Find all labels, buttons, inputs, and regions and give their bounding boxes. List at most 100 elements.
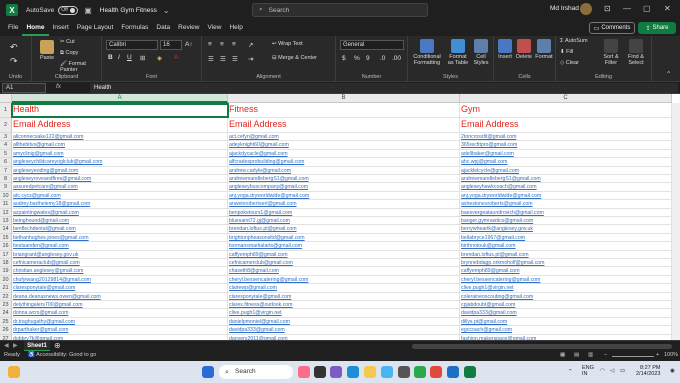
email-cell[interactable]: chaseth8@gmail.com [228, 267, 460, 276]
email-cell[interactable]: delythingalers700@gmail.com [12, 301, 228, 310]
delete-cells-button[interactable]: Delete [515, 39, 533, 60]
email-cell[interactable]: cheryl.bessencatering@gmail.com [228, 275, 460, 285]
header-cell[interactable]: Email Address [228, 118, 460, 133]
row-header[interactable]: 20 [0, 275, 12, 285]
email-cell[interactable]: chufyiwang20129814@gmail.com [12, 275, 228, 285]
email-cell[interactable]: davidpa333@gmail.com [228, 326, 460, 335]
email-cell[interactable]: clive.pugh1@virgin.net [460, 284, 672, 293]
email-cell[interactable]: donna.wcrs@gmail.com [12, 309, 228, 318]
email-cell[interactable]: ajacklelcycle@gmail.com [460, 166, 672, 175]
email-cell[interactable]: benflechdental@gmail.com [12, 225, 228, 234]
email-cell[interactable]: angleseybuscompany@gmail.com [228, 183, 460, 192]
underline-icon[interactable]: U [127, 54, 132, 61]
email-cell[interactable]: anj.yoga.dryworldwide@gmail.com [460, 191, 672, 201]
row-header[interactable]: 17 [0, 250, 12, 259]
fill-button[interactable]: ⬇ Fill [560, 49, 573, 55]
format-painter-button[interactable]: 🖌 Format Painter [60, 61, 101, 73]
email-cell[interactable]: andrewmandlebergS1@gmail.com [460, 175, 672, 184]
chevron-down-icon[interactable]: ⌄ [163, 6, 170, 15]
email-cell[interactable]: claresponytale@gmail.com [12, 284, 228, 293]
clear-button[interactable]: ◇ Clear [560, 60, 579, 66]
email-cell[interactable]: coleraineoscouting@gmail.com [460, 292, 672, 301]
redo-icon[interactable]: ↷ [10, 56, 18, 67]
email-cell[interactable]: cheryl.bessencatering@gmail.com [460, 275, 672, 285]
fill-color-icon[interactable]: ◈ [157, 54, 162, 62]
email-cell[interactable]: angleseychildcareyoglclub@gmail.com [12, 158, 228, 167]
bold-icon[interactable]: B [108, 54, 113, 61]
battery-icon[interactable]: ▭ [620, 368, 625, 374]
add-sheet-icon[interactable]: ⊕ [54, 341, 61, 350]
email-cell[interactable]: drparthaker@gmail.com [12, 326, 228, 335]
ribbon-display-icon[interactable]: ⊡ [604, 4, 611, 13]
email-cell[interactable]: danielpmoniel@gmail.com [228, 317, 460, 327]
email-cell[interactable]: briangrant@anglesey.gov.uk [12, 250, 228, 259]
copy-button[interactable]: ⧉ Copy [60, 50, 78, 57]
row-header[interactable]: 23 [0, 301, 12, 310]
row-header[interactable]: 19 [0, 267, 12, 276]
header-cell[interactable]: Fitness [228, 103, 460, 118]
align-middle-icon[interactable]: ≡ [220, 41, 224, 48]
select-all-corner[interactable] [0, 94, 12, 103]
email-cell[interactable]: ajackdycacle@gmail.com [228, 149, 460, 159]
currency-icon[interactable]: $ [342, 55, 346, 62]
store-icon[interactable] [381, 366, 393, 378]
email-cell[interactable]: 2toncrossfit@gmail.com [460, 133, 672, 142]
collapse-ribbon-icon[interactable]: ⌃ [666, 70, 671, 78]
save-icon[interactable]: ▣ [84, 6, 92, 15]
tab-page-layout[interactable]: Page Layout [73, 20, 118, 36]
percent-icon[interactable]: % [354, 55, 360, 62]
email-cell[interactable]: bluesaint72.gj@gmail.com [228, 217, 460, 226]
share-button[interactable]: ⇪ Share [638, 22, 676, 34]
cut-button[interactable]: ✂ Cut [60, 39, 75, 45]
format-as-table-button[interactable]: Format as Table [446, 39, 470, 66]
email-cell[interactable]: anweinrobertsert@gmail.com [228, 200, 460, 209]
email-cell[interactable]: beinghound@gmail.com [12, 217, 228, 226]
align-left-icon[interactable]: ☰ [208, 55, 214, 63]
zoom-level[interactable]: 100% [664, 352, 678, 358]
indent-icon[interactable]: ⇥ [248, 55, 253, 63]
document-title[interactable]: Health Gym Fitness [100, 7, 157, 14]
align-right-icon[interactable]: ☰ [232, 55, 238, 63]
email-cell[interactable]: clive.pugh1@virgin.net [228, 309, 460, 318]
email-cell[interactable]: claresponytale@gmail.com [228, 292, 460, 301]
file-explorer-icon[interactable] [364, 366, 376, 378]
find-select-button[interactable]: Find & Select [624, 39, 648, 66]
app-icon[interactable] [398, 366, 410, 378]
row-header[interactable]: 3 [0, 133, 12, 142]
align-bottom-icon[interactable]: ≡ [232, 41, 236, 48]
row-header[interactable]: 25 [0, 317, 12, 327]
format-cells-button[interactable]: Format [534, 39, 554, 60]
name-box[interactable]: A1 [2, 83, 46, 93]
header-cell[interactable]: Email Address [12, 118, 228, 133]
tab-review[interactable]: Review [174, 20, 203, 36]
row-header[interactable]: 9 [0, 183, 12, 192]
autosum-button[interactable]: Σ AutoSum [560, 38, 588, 44]
tab-file[interactable]: File [4, 20, 22, 36]
edge-icon[interactable] [347, 366, 359, 378]
email-cell[interactable]: azpaintingwales@gmail.com [12, 208, 228, 217]
row-header[interactable]: 6 [0, 158, 12, 167]
email-cell[interactable]: andrewmandlebergS1@gmail.com [228, 175, 460, 184]
search-box[interactable]: ⌕ Search [252, 3, 428, 17]
next-sheet-icon[interactable]: ▶ [13, 342, 18, 349]
row-header[interactable]: 10 [0, 191, 12, 201]
formula-input[interactable]: Health [90, 83, 678, 93]
row-header[interactable]: 21 [0, 284, 12, 293]
minimize-icon[interactable]: — [623, 4, 631, 13]
email-cell[interactable]: brendan.loftus.pt@gmail.com [460, 250, 672, 259]
email-cell[interactable]: andrew.carlyle@gmail.com [228, 166, 460, 175]
email-cell[interactable]: adeyknight60@gmail.com [228, 141, 460, 150]
email-cell[interactable]: dillys.pt@gmail.com [460, 317, 672, 327]
email-cell[interactable]: atc.cycs@gmail.com [12, 191, 228, 201]
email-cell[interactable]: adellbaker@gmail.com [460, 149, 672, 159]
orientation-icon[interactable]: ↗ [248, 41, 253, 49]
email-cell[interactable]: allthebitvs@gmail.com [12, 141, 228, 150]
tray-chevron-icon[interactable]: ⌃ [568, 369, 573, 375]
email-cell[interactable]: amyclinig@gmail.com [12, 149, 228, 159]
font-color-icon[interactable]: A [174, 54, 178, 61]
zoom-out-icon[interactable]: − [604, 352, 607, 358]
email-cell[interactable]: cefnicameraclub@gmail.com [12, 259, 228, 268]
email-cell[interactable]: assuredpetcare@gmail.com [12, 183, 228, 192]
header-cell[interactable]: Health [12, 103, 228, 118]
row-header[interactable]: 26 [0, 326, 12, 335]
